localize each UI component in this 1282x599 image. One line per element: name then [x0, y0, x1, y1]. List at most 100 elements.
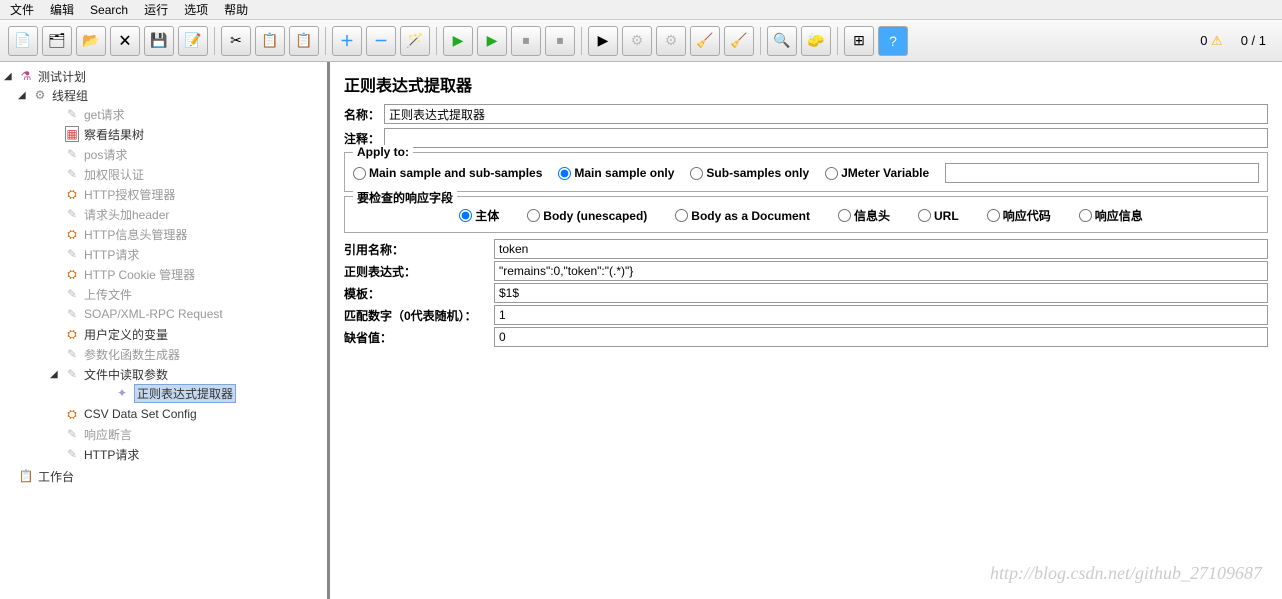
search-icon[interactable]: 🔍: [767, 26, 797, 56]
tree-item[interactable]: pos请求: [84, 146, 127, 163]
open-icon[interactable]: 📂: [76, 26, 106, 56]
assertion-icon: [64, 426, 80, 442]
tree-panel: ◢ 测试计划 ◢ 线程组 get请求察看结果树 pos请求加权限认证 HTTP授权管理器…: [0, 62, 330, 599]
comment-input[interactable]: [384, 128, 1268, 148]
tree-item[interactable]: 用户定义的变量: [84, 326, 168, 343]
save-icon[interactable]: 💾: [144, 26, 174, 56]
config-icon: [64, 266, 80, 282]
copy-icon[interactable]: 📋: [255, 26, 285, 56]
tree-icon: [64, 126, 80, 142]
apply-jmeter-var[interactable]: JMeter Variable: [825, 166, 929, 180]
tree-item[interactable]: 参数化函数生成器: [84, 346, 180, 363]
regex-input[interactable]: [494, 261, 1268, 281]
remote-stop-icon[interactable]: ⚙: [622, 26, 652, 56]
resp-body-unescaped[interactable]: Body (unescaped): [527, 209, 647, 223]
toolbar: 📄 🗂 📂 🗙 💾 📝 ✂ 📋 📋 ＋ － 🪄 ▶ ▶ ⏹ ⏹ ▶ ⚙ ⚙ 🧹 …: [0, 20, 1282, 62]
tree-assert[interactable]: 响应断言: [84, 426, 132, 443]
ref-name-input[interactable]: [494, 239, 1268, 259]
sampler-icon: [64, 446, 80, 462]
wand-icon[interactable]: 🪄: [400, 26, 430, 56]
menu-help[interactable]: 帮助: [224, 1, 248, 18]
toolbar-separator: [581, 27, 582, 55]
content-panel: 正则表达式提取器 名称： 注释： Apply to: Main sample a…: [330, 62, 1282, 599]
apply-main-sub[interactable]: Main sample and sub-samples: [353, 166, 542, 180]
tree-toggle[interactable]: ◢: [18, 90, 28, 101]
tree-thread-group[interactable]: 线程组: [52, 87, 88, 104]
response-field-legend: 要检查的响应字段: [353, 189, 457, 206]
template-input[interactable]: [494, 283, 1268, 303]
apply-to-legend: Apply to:: [353, 145, 413, 159]
test-plan-icon: [18, 68, 34, 84]
warn-count: 0: [1200, 33, 1207, 48]
menu-run[interactable]: 运行: [144, 1, 168, 18]
start-icon[interactable]: ▶: [443, 26, 473, 56]
clear-all-icon[interactable]: 🧹: [724, 26, 754, 56]
resp-url[interactable]: URL: [918, 209, 959, 223]
new-icon[interactable]: 📄: [8, 26, 38, 56]
config-icon: [64, 226, 80, 242]
template-icon[interactable]: 🗂: [42, 26, 72, 56]
comment-label: 注释：: [344, 130, 384, 147]
remove-icon[interactable]: －: [366, 26, 396, 56]
template-label: 模板：: [344, 285, 494, 302]
reset-search-icon[interactable]: 🧽: [801, 26, 831, 56]
toolbar-separator: [214, 27, 215, 55]
remote-start-icon[interactable]: ▶: [588, 26, 618, 56]
menu-bar: 文件 编辑 Search 运行 选项 帮助: [0, 0, 1282, 20]
tree-toggle[interactable]: ◢: [50, 369, 60, 380]
resp-headers[interactable]: 信息头: [838, 207, 890, 224]
pencil-icon: [64, 246, 80, 262]
menu-edit[interactable]: 编辑: [50, 1, 74, 18]
tree-csv[interactable]: CSV Data Set Config: [84, 407, 197, 421]
remote-shutdown-icon[interactable]: ⚙: [656, 26, 686, 56]
workbench-icon: [18, 468, 34, 484]
resp-message[interactable]: 响应信息: [1079, 207, 1143, 224]
clear-icon[interactable]: 🧹: [690, 26, 720, 56]
menu-search[interactable]: Search: [90, 3, 128, 17]
paste-icon[interactable]: 📋: [289, 26, 319, 56]
start-no-timers-icon[interactable]: ▶: [477, 26, 507, 56]
tree-workbench[interactable]: 工作台: [38, 468, 74, 485]
tree-item[interactable]: 请求头加header: [84, 206, 169, 223]
name-input[interactable]: [384, 104, 1268, 124]
match-input[interactable]: [494, 305, 1268, 325]
stop-icon[interactable]: ⏹: [511, 26, 541, 56]
resp-body[interactable]: 主体: [459, 207, 499, 224]
add-icon[interactable]: ＋: [332, 26, 362, 56]
cut-icon[interactable]: ✂: [221, 26, 251, 56]
tree-item[interactable]: 察看结果树: [84, 126, 144, 143]
menu-options[interactable]: 选项: [184, 1, 208, 18]
tree-item[interactable]: 上传文件: [84, 286, 132, 303]
toolbar-separator: [760, 27, 761, 55]
name-label: 名称：: [344, 106, 384, 123]
regex-label: 正则表达式：: [344, 263, 494, 280]
tree-http[interactable]: HTTP请求: [84, 446, 139, 463]
tree-item[interactable]: HTTP信息头管理器: [84, 226, 187, 243]
tree-regex-extractor[interactable]: 正则表达式提取器: [134, 384, 236, 403]
function-helper-icon[interactable]: ⊞: [844, 26, 874, 56]
tree-item[interactable]: SOAP/XML-RPC Request: [84, 307, 223, 321]
resp-body-document[interactable]: Body as a Document: [675, 209, 810, 223]
default-input[interactable]: [494, 327, 1268, 347]
close-icon[interactable]: 🗙: [110, 26, 140, 56]
config-icon: [64, 406, 80, 422]
help-icon[interactable]: ?: [878, 26, 908, 56]
jmeter-variable-input[interactable]: [945, 163, 1259, 183]
toolbar-separator: [837, 27, 838, 55]
tree-toggle[interactable]: ◢: [4, 71, 14, 82]
pencil-icon: [64, 166, 80, 182]
resp-code[interactable]: 响应代码: [987, 207, 1051, 224]
apply-sub-only[interactable]: Sub-samples only: [690, 166, 809, 180]
tree-item[interactable]: HTTP授权管理器: [84, 186, 175, 203]
tree-item[interactable]: HTTP Cookie 管理器: [84, 266, 195, 283]
tree-test-plan[interactable]: 测试计划: [38, 68, 86, 85]
tree-file-params[interactable]: 文件中读取参数: [84, 366, 168, 383]
save-as-icon[interactable]: 📝: [178, 26, 208, 56]
apply-main-only[interactable]: Main sample only: [558, 166, 674, 180]
menu-file[interactable]: 文件: [10, 1, 34, 18]
tree-item[interactable]: get请求: [84, 106, 125, 123]
response-field-fieldset: 要检查的响应字段 主体 Body (unescaped) Body as a D…: [344, 196, 1268, 233]
tree-item[interactable]: HTTP请求: [84, 246, 139, 263]
tree-item[interactable]: 加权限认证: [84, 166, 144, 183]
shutdown-icon[interactable]: ⏹: [545, 26, 575, 56]
